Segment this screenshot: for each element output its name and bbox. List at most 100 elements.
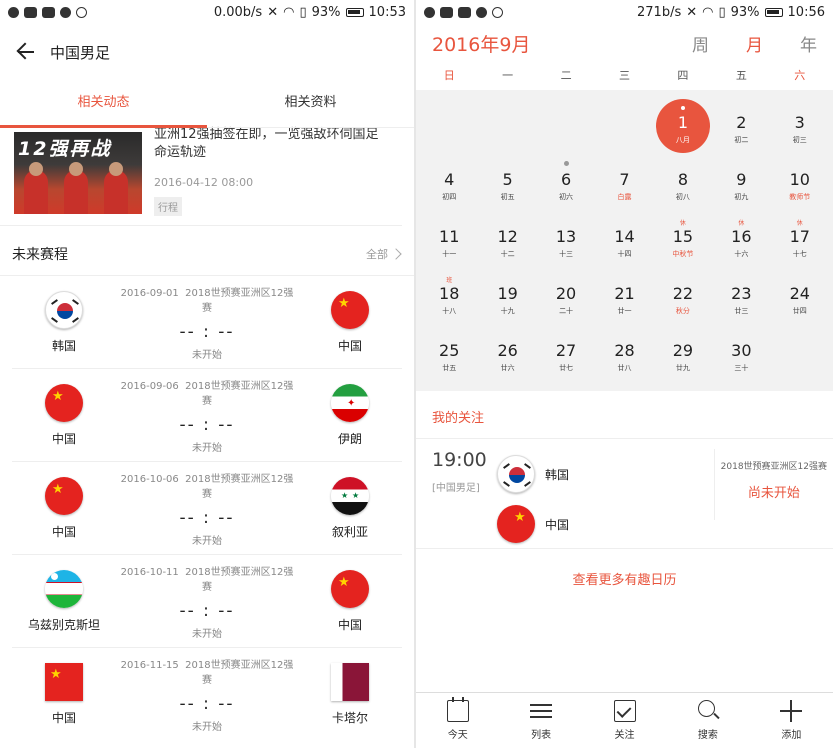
top-bar: 中国男足 bbox=[0, 24, 414, 80]
sync-icon bbox=[492, 6, 503, 18]
wifi-icon: ◠ bbox=[283, 4, 295, 20]
day-cell[interactable]: 班 18 十八 bbox=[420, 265, 478, 322]
day-cell[interactable]: 13 十三 bbox=[537, 208, 595, 265]
day-cell[interactable]: 29 廿九 bbox=[654, 322, 712, 379]
day-cell[interactable]: 24 廿四 bbox=[771, 265, 829, 322]
month-title[interactable]: 2016年9月 bbox=[432, 30, 530, 57]
nav-search[interactable]: 搜索 bbox=[666, 693, 749, 748]
day-cell[interactable]: 22 秋分 bbox=[654, 265, 712, 322]
match-status: 未开始 bbox=[192, 442, 222, 454]
thumbnail-caption: 12强再战 bbox=[18, 138, 112, 160]
away-team-name: 叙利亚 bbox=[331, 524, 368, 539]
tab-related-news[interactable]: 相关动态 bbox=[0, 80, 207, 127]
day-cell[interactable]: 21 廿一 bbox=[595, 265, 653, 322]
match-status: 未开始 bbox=[192, 349, 222, 361]
nav-list[interactable]: 列表 bbox=[499, 693, 582, 748]
day-cell[interactable]: 12 十二 bbox=[478, 208, 536, 265]
day-cell[interactable]: 9 初九 bbox=[712, 151, 770, 208]
sync-icon bbox=[76, 6, 87, 18]
home-team-name: 中国 bbox=[51, 431, 76, 446]
day-cell[interactable]: 30 三十 bbox=[712, 322, 770, 379]
event-category: [中国男足] bbox=[432, 483, 480, 494]
weekday-label: 日 bbox=[443, 69, 455, 82]
event-dot-icon bbox=[564, 161, 570, 166]
match-row[interactable]: ★ 中国 2016-09-06 2018世预赛亚洲区12强赛 -- : -- 未… bbox=[12, 369, 402, 462]
day-cell[interactable]: 25 廿五 bbox=[420, 322, 478, 379]
day-cell[interactable]: 10 教师节 bbox=[771, 151, 829, 208]
battery-icon bbox=[345, 7, 364, 17]
followed-event-card[interactable]: 19:00 [中国男足] 韩国 ★ 中国 2018世预赛亚洲区12强赛 尚未开始 bbox=[416, 439, 833, 549]
day-cell[interactable]: 5 初五 bbox=[478, 151, 536, 208]
nav-add[interactable]: 添加 bbox=[750, 693, 833, 748]
korea-flag-icon bbox=[497, 455, 535, 493]
weibo-icon bbox=[476, 6, 487, 18]
day-cell[interactable]: 休 15 中秋节 bbox=[654, 208, 712, 265]
day-cell[interactable]: 26 廿六 bbox=[478, 322, 536, 379]
home-team-name: 中国 bbox=[51, 524, 76, 539]
day-cell[interactable]: 3 初三 bbox=[771, 94, 829, 151]
event-dot-icon bbox=[680, 106, 685, 110]
view-month[interactable]: 月 bbox=[746, 31, 763, 56]
sim-icon bbox=[458, 6, 471, 18]
network-speed: 0.00b/s bbox=[213, 4, 263, 20]
china-flag-icon: ★ bbox=[45, 476, 83, 515]
image-icon bbox=[24, 6, 37, 18]
screenshot-composite: 0.00b/s ✕ ◠ ▯ 93% 10:53 中国男足 相关动态 相关资料 1… bbox=[0, 0, 833, 748]
sim-icon bbox=[42, 6, 55, 18]
away-team-name: 卡塔尔 bbox=[331, 711, 368, 725]
event-competition: 2018世预赛亚洲区12强赛 bbox=[720, 462, 827, 472]
nav-follow[interactable]: 关注 bbox=[583, 693, 666, 748]
match-row[interactable]: ★ 中国 2016-11-15 2018世预赛亚洲区12强赛 -- : -- 未… bbox=[12, 648, 402, 741]
day-cell[interactable]: 8 初八 bbox=[654, 151, 712, 208]
match-score: -- : -- bbox=[179, 321, 235, 342]
view-all-link[interactable]: 全部 bbox=[366, 246, 402, 262]
day-cell[interactable]: 6 初六 bbox=[537, 151, 595, 208]
day-cell[interactable]: 28 廿八 bbox=[595, 322, 653, 379]
view-week[interactable]: 周 bbox=[692, 31, 709, 56]
view-year[interactable]: 年 bbox=[800, 31, 817, 56]
syria-flag-icon: ★ ★ bbox=[331, 476, 369, 515]
weekday-label: 五 bbox=[735, 69, 747, 82]
away-team-name: 中国 bbox=[337, 617, 362, 632]
match-status: 未开始 bbox=[192, 535, 222, 547]
match-score: -- : -- bbox=[179, 414, 235, 435]
day-cell[interactable]: 4 初四 bbox=[420, 151, 478, 208]
china-flag-icon: ★ bbox=[497, 505, 535, 543]
match-score: -- : -- bbox=[179, 694, 235, 714]
sim-card-icon: ▯ bbox=[299, 4, 307, 20]
day-cell[interactable]: 11 十一 bbox=[420, 208, 478, 265]
match-row[interactable]: ★ 中国 2016-10-06 2018世预赛亚洲区12强赛 -- : -- 未… bbox=[12, 462, 402, 555]
day-cell[interactable]: 20 二十 bbox=[537, 265, 595, 322]
checkbox-icon bbox=[613, 700, 636, 722]
day-cell[interactable]: 27 廿七 bbox=[537, 322, 595, 379]
network-speed: 271b/s bbox=[637, 4, 682, 20]
match-info: 2016-10-11 2018世预赛亚洲区12强赛 bbox=[120, 566, 294, 593]
event-time: 19:00 bbox=[432, 449, 487, 471]
weekday-label: 三 bbox=[618, 69, 630, 82]
match-row[interactable]: 乌兹别克斯坦 2016-10-11 2018世预赛亚洲区12强赛 -- : --… bbox=[12, 555, 402, 648]
day-cell[interactable]: 2 初二 bbox=[712, 94, 770, 151]
news-item[interactable]: 12强再战 亚洲12强抽签在即，一览强敌环伺国足命运轨迹 2016-04-12 … bbox=[0, 127, 402, 226]
away-team-name: 伊朗 bbox=[337, 431, 362, 446]
match-row[interactable]: 韩国 2016-09-01 2018世预赛亚洲区12强赛 -- : -- 未开始… bbox=[12, 276, 402, 369]
news-title: 亚洲12强抽签在即，一览强敌环伺国足命运轨迹 bbox=[154, 127, 379, 160]
nav-today[interactable]: 今天 bbox=[416, 693, 499, 748]
day-cell-today[interactable]: 1 八月 bbox=[654, 94, 712, 153]
match-status: 未开始 bbox=[192, 628, 222, 640]
tab-related-info[interactable]: 相关资料 bbox=[207, 80, 414, 127]
day-cell[interactable]: 23 廿三 bbox=[712, 265, 770, 322]
match-status: 未开始 bbox=[192, 722, 222, 733]
china-flag-icon: ★ bbox=[45, 383, 83, 422]
back-arrow-icon[interactable] bbox=[16, 40, 40, 64]
day-cell[interactable]: 14 十四 bbox=[595, 208, 653, 265]
day-cell[interactable]: 7 白露 bbox=[595, 151, 653, 208]
match-info: 2016-09-01 2018世预赛亚洲区12强赛 bbox=[120, 287, 294, 314]
view-switcher: 周 月 年 bbox=[692, 31, 817, 56]
day-cell[interactable]: 休 16 十六 bbox=[712, 208, 770, 265]
match-info: 2016-10-06 2018世预赛亚洲区12强赛 bbox=[120, 473, 294, 500]
more-calendars-link[interactable]: 查看更多有趣日历 bbox=[416, 569, 833, 588]
day-cell[interactable]: 19 十九 bbox=[478, 265, 536, 322]
calendar-screen: 271b/s ✕ ◠ ▯ 93% 10:56 2016年9月 周 月 年 日 一… bbox=[416, 0, 833, 748]
battery-percent: 93% bbox=[311, 4, 341, 20]
day-cell[interactable]: 休 17 十七 bbox=[771, 208, 829, 265]
